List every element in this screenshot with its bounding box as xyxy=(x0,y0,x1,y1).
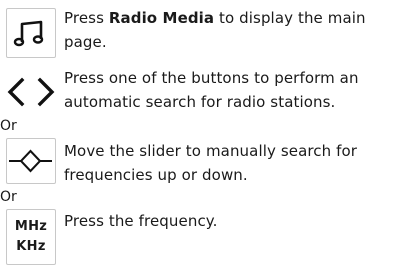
chevron-left-icon xyxy=(7,77,25,107)
radio-media-label: Radio Media xyxy=(108,9,215,27)
music-note-icon xyxy=(13,20,44,47)
step-manual-search-text: Move the slider to manually search for f… xyxy=(64,142,358,184)
step-radio-media-prefix: Press xyxy=(64,9,109,27)
or-label: Or xyxy=(0,118,17,134)
step-auto-search-text: Press one of the buttons to perform an a… xyxy=(64,69,359,111)
step-frequency-text: Press the frequency. xyxy=(64,212,218,230)
frequency-unit-mhz: MHz xyxy=(14,219,48,234)
radio-media-button-icon xyxy=(6,8,56,58)
frequency-unit-khz: KHz xyxy=(16,239,46,254)
search-buttons-icon xyxy=(6,70,56,114)
slider-button-icon xyxy=(6,138,56,184)
chevron-right-icon xyxy=(37,77,55,107)
slider-icon xyxy=(9,149,52,173)
or-label: Or xyxy=(0,189,17,205)
step-radio-media-text: Press Radio Media to display the main pa… xyxy=(64,6,404,54)
